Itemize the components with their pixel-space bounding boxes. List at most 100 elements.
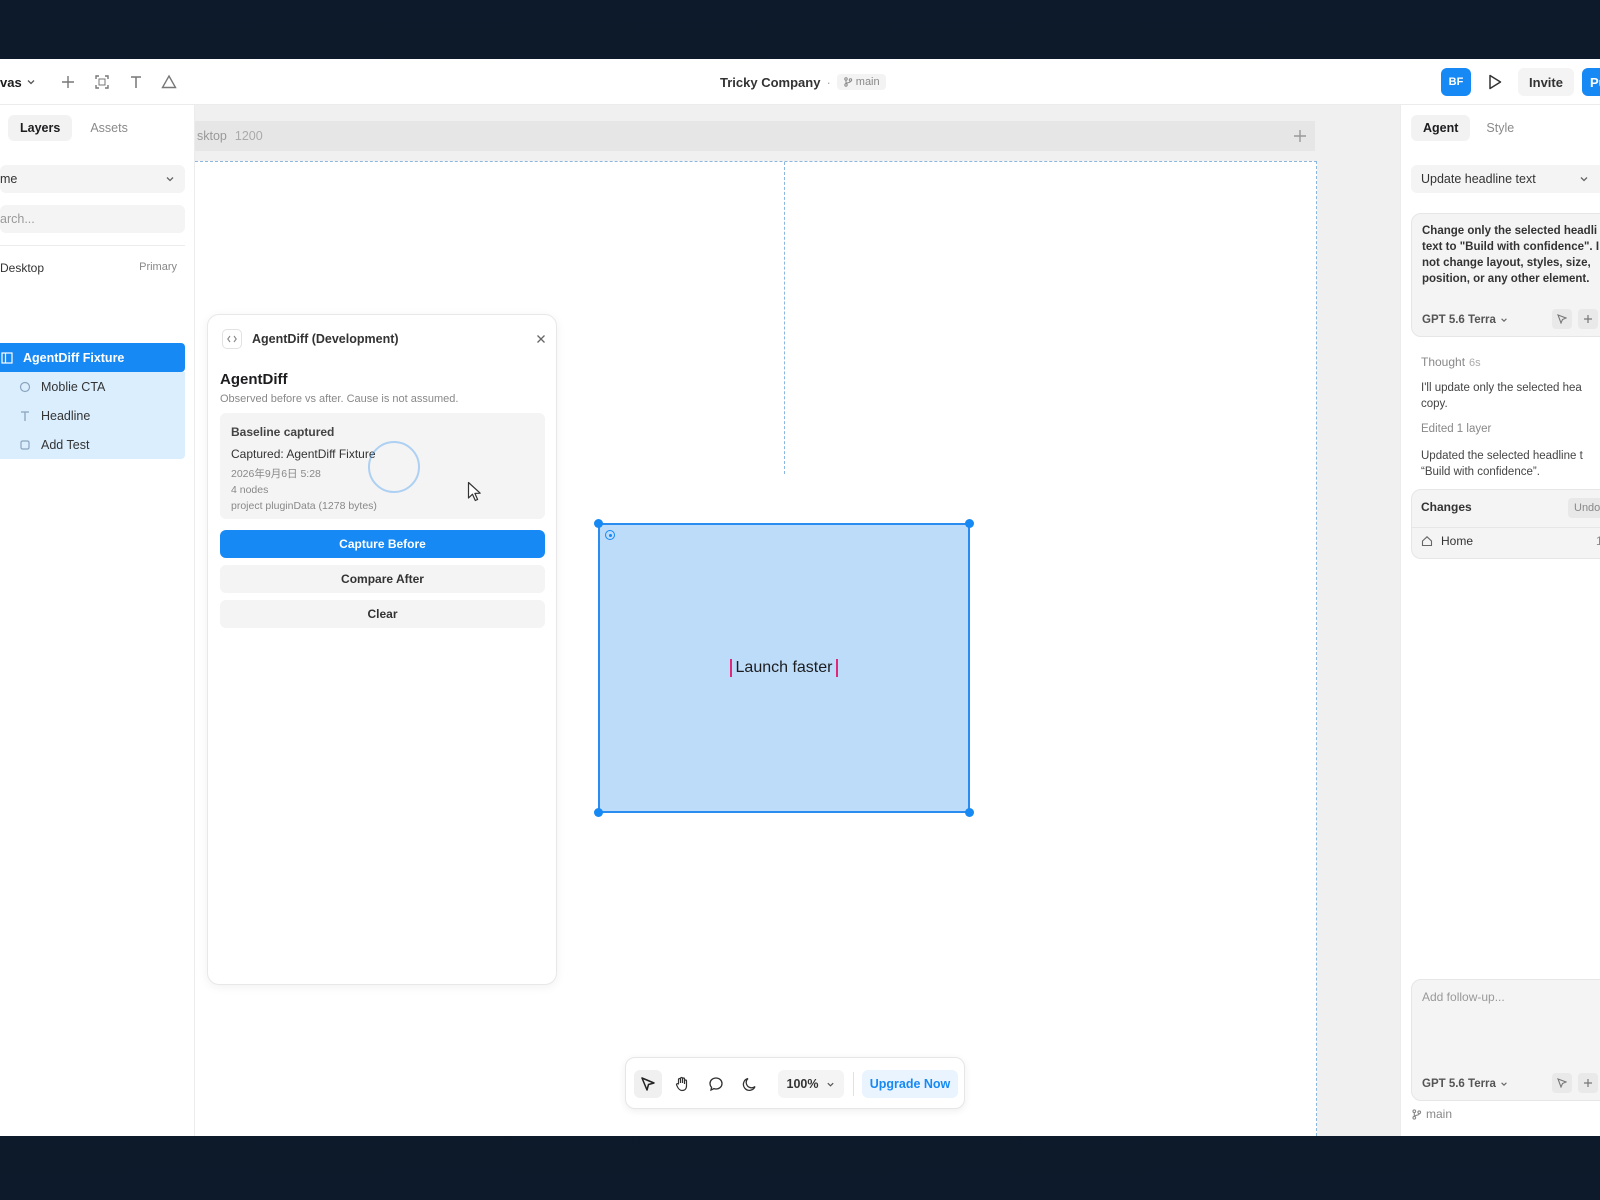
code-icon[interactable] xyxy=(222,329,242,349)
add-icon[interactable] xyxy=(1578,1073,1598,1093)
change-item-count: 1 xyxy=(1596,534,1600,548)
top-bar: vas Tricky Company · main BF Invite P xyxy=(0,59,1600,105)
dark-mode-icon[interactable] xyxy=(736,1070,764,1098)
model-name: GPT 5.6 Terra xyxy=(1422,314,1496,326)
agentdiff-plugin-panel: AgentDiff (Development) AgentDiff Observ… xyxy=(207,314,557,985)
layer-label: Headline xyxy=(41,408,91,423)
resize-handle-top-right[interactable] xyxy=(965,519,974,528)
frame-label-bar[interactable]: sktop 1200 xyxy=(195,121,1315,151)
followup-input[interactable]: Add follow-up... GPT 5.6 Terra xyxy=(1411,979,1600,1101)
agent-thought-text: I'll update only the selected hea copy. xyxy=(1421,382,1582,410)
comment-tool-icon[interactable] xyxy=(702,1070,730,1098)
followup-model-select[interactable]: GPT 5.6 Terra xyxy=(1422,1078,1508,1090)
followup-actions xyxy=(1552,1073,1598,1093)
compare-after-button[interactable]: Compare After xyxy=(220,565,545,593)
bottom-toolbar: 100% Upgrade Now xyxy=(625,1057,965,1109)
layout-guide xyxy=(784,162,785,474)
layer-search-input[interactable]: arch... xyxy=(0,205,185,233)
chevron-down-icon xyxy=(827,1082,835,1087)
play-button[interactable] xyxy=(1481,68,1509,96)
document-title-text: Tricky Company xyxy=(720,74,821,90)
canvas-menu-label: vas xyxy=(0,74,22,90)
hand-tool-icon[interactable] xyxy=(668,1070,696,1098)
change-item[interactable]: Home xyxy=(1421,534,1473,548)
frame-label: sktop xyxy=(197,129,227,143)
select-tool-icon[interactable] xyxy=(634,1070,662,1098)
tab-style[interactable]: Style xyxy=(1474,115,1526,141)
page-select-value: me xyxy=(0,172,18,186)
zoom-value: 100% xyxy=(786,1077,819,1091)
home-icon xyxy=(1421,536,1433,547)
undo-button[interactable]: Undo xyxy=(1568,498,1600,518)
changes-title: Changes xyxy=(1421,500,1472,514)
square-icon xyxy=(18,438,32,452)
toolbar-divider xyxy=(853,1072,854,1096)
prompt-card[interactable]: Change only the selected headli text to … xyxy=(1411,213,1600,337)
task-select-value: Update headline text xyxy=(1421,172,1536,186)
play-icon xyxy=(1489,74,1502,90)
chevron-down-icon xyxy=(1580,177,1588,182)
clear-button[interactable]: Clear xyxy=(220,600,545,628)
publish-button[interactable]: Pu xyxy=(1582,68,1600,96)
add-breakpoint-icon[interactable] xyxy=(1291,127,1309,145)
mouse-cursor-icon xyxy=(467,481,481,502)
edited-layers-label[interactable]: Edited 1 layer xyxy=(1421,423,1491,435)
selected-frame-agentdiff-fixture[interactable]: Launch faster xyxy=(594,519,974,817)
close-icon[interactable] xyxy=(533,331,549,347)
text-tool-icon[interactable] xyxy=(122,68,150,96)
branch-name: main xyxy=(855,76,880,88)
thought-label[interactable]: Thought 6s xyxy=(1421,355,1481,369)
upgrade-now-button[interactable]: Upgrade Now xyxy=(862,1070,958,1098)
tab-agent[interactable]: Agent xyxy=(1411,115,1471,141)
branch-icon xyxy=(1412,1108,1422,1120)
change-item-label: Home xyxy=(1441,534,1474,548)
zoom-select[interactable]: 100% xyxy=(778,1070,844,1098)
shape-tool-icon[interactable] xyxy=(155,68,183,96)
tab-layers[interactable]: Layers xyxy=(8,115,73,141)
plugin-subtitle: Observed before vs after. Cause is not a… xyxy=(220,393,459,405)
headline-text-layer[interactable]: Launch faster xyxy=(600,525,968,811)
canvas-menu-button[interactable]: vas xyxy=(0,70,36,94)
changes-card: Changes Undo Home 1 xyxy=(1411,489,1600,559)
cursor-icon[interactable] xyxy=(1552,309,1572,329)
text-caret-right xyxy=(836,659,839,677)
layer-item-add-test[interactable]: Add Test xyxy=(0,430,185,459)
resize-handle-bottom-right[interactable] xyxy=(965,808,974,817)
model-select[interactable]: GPT 5.6 Terra xyxy=(1422,314,1508,326)
plugin-data-size: project pluginData (1278 bytes) xyxy=(231,500,377,512)
resize-handle-bottom-left[interactable] xyxy=(594,808,603,817)
layer-item-moblie-cta[interactable]: Moblie CTA xyxy=(0,372,185,401)
left-tabs: Layers Assets xyxy=(8,115,140,141)
layer-label: Add Test xyxy=(41,437,90,452)
task-select[interactable]: Update headline text xyxy=(1411,165,1600,193)
plugin-header: AgentDiff (Development) xyxy=(222,329,399,349)
canvas[interactable]: sktop 1200 Launch faster AgentDiff (Deve… xyxy=(195,105,1400,1136)
capture-before-button[interactable]: Capture Before xyxy=(220,530,545,558)
divider xyxy=(0,245,185,246)
add-icon[interactable] xyxy=(54,68,82,96)
baseline-status-box: Baseline captured Captured: AgentDiff Fi… xyxy=(220,413,545,519)
invite-button[interactable]: Invite xyxy=(1518,68,1574,96)
add-icon[interactable] xyxy=(1578,309,1598,329)
chevron-down-icon xyxy=(1501,1082,1507,1086)
branch-footer[interactable]: main xyxy=(1411,1107,1452,1121)
branch-badge[interactable]: main xyxy=(836,74,886,90)
frame-icon xyxy=(0,351,14,365)
frame-size: 1200 xyxy=(234,129,263,143)
text-icon xyxy=(18,409,32,423)
layer-item-agentdiff-fixture[interactable]: AgentDiff Fixture xyxy=(0,343,185,372)
frame-badge: Primary xyxy=(139,261,177,273)
cursor-icon[interactable] xyxy=(1552,1073,1572,1093)
page-select[interactable]: me xyxy=(0,165,185,193)
frame-header[interactable]: Desktop Primary xyxy=(0,261,185,275)
tab-assets[interactable]: Assets xyxy=(78,115,140,141)
layer-item-headline[interactable]: Headline xyxy=(0,401,185,430)
frame-tool-icon[interactable] xyxy=(88,68,116,96)
plugin-header-title: AgentDiff (Development) xyxy=(252,332,399,346)
plugin-title: AgentDiff xyxy=(220,371,288,388)
frame-name: Desktop xyxy=(0,261,45,275)
circle-icon xyxy=(18,380,32,394)
resize-handle-top-left[interactable] xyxy=(594,519,603,528)
avatar[interactable]: BF xyxy=(1441,68,1471,96)
baseline-status: Baseline captured xyxy=(231,425,335,439)
